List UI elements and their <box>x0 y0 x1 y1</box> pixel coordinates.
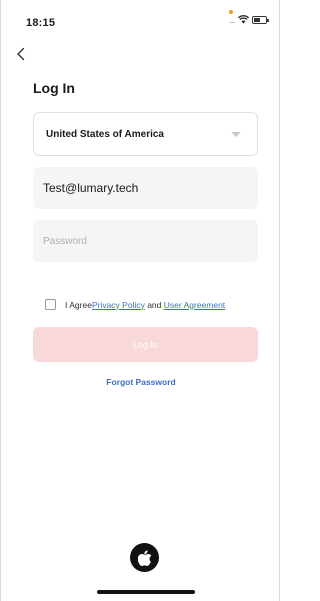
battery-icon <box>252 15 269 24</box>
signal-icon: ..... <box>228 16 236 25</box>
agreement-row: I Agree Privacy Policy and User Agreemen… <box>45 299 225 310</box>
agree-prefix-text: I Agree <box>65 299 92 310</box>
email-field[interactable] <box>33 167 258 209</box>
chevron-down-icon <box>231 131 241 137</box>
chevron-left-icon <box>17 47 25 61</box>
password-field[interactable] <box>33 220 258 262</box>
page-title: Log In <box>33 80 75 96</box>
privacy-policy-link[interactable]: Privacy Policy <box>92 300 145 310</box>
country-select[interactable]: United States of America <box>33 112 258 156</box>
forgot-password-link[interactable]: Forgot Password <box>1 377 281 387</box>
country-selected-value: United States of America <box>46 128 164 140</box>
home-indicator[interactable] <box>97 590 195 594</box>
status-bar: 18:15 ..... <box>1 0 281 44</box>
status-time: 18:15 <box>26 17 56 29</box>
phone-screen: 18:15 ..... Log In United States of Amer… <box>0 0 280 601</box>
apple-icon <box>137 549 151 566</box>
email-input[interactable] <box>43 181 248 195</box>
wifi-icon <box>238 15 249 24</box>
status-icons: ..... <box>228 14 269 25</box>
agree-checkbox[interactable] <box>45 299 56 310</box>
login-button[interactable]: Log In <box>33 327 258 362</box>
password-input[interactable] <box>43 235 248 247</box>
back-button[interactable] <box>11 44 31 64</box>
user-agreement-link[interactable]: User Agreement <box>164 300 225 310</box>
apple-signin-button[interactable] <box>130 543 159 572</box>
and-text: and <box>144 299 164 310</box>
